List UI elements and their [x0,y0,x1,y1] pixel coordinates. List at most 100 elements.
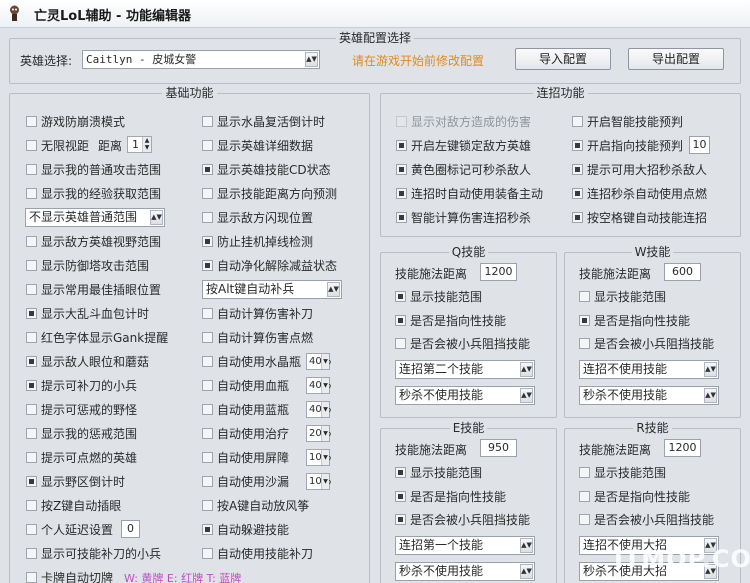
crystal-percent-select[interactable]: 40%▼ [306,353,331,370]
basic-option-16[interactable]: 个人延迟设置 [26,522,113,538]
view-distance-stepper[interactable]: 1 ▲ ▼ [127,136,152,153]
checkbox-label: 开启左键锁定敌方英雄 [411,139,532,153]
checkbox-label: 开启指向技能预判 [587,139,684,153]
barrier-percent-select[interactable]: 10%▼ [306,449,331,466]
checkbox-icon [202,212,213,223]
basic-option-3[interactable]: 显示我的经验获取范围 [26,186,161,202]
latency-input[interactable]: 0 [121,520,140,538]
e-skill-range-input[interactable]: 950 [480,439,517,457]
w-kill-select[interactable]: 秒杀不使用技能 ▲▼ [579,386,719,405]
basic-option-10[interactable]: 提示可补刀的小兵 [26,378,137,394]
basic-option-9[interactable]: 显示敌人眼位和蘑菇 [26,354,149,370]
checkbox-checked-icon [202,236,213,247]
e-show-range-checkbox[interactable]: 显示技能范围 [395,465,482,481]
combo-option-right-1[interactable]: 开启指向技能预判 [572,138,683,154]
basic-option-right-13[interactable]: 自动使用屏障 [202,450,289,466]
q-targeted-checkbox[interactable]: 是否是指向性技能 [395,313,506,329]
combo-option-right-4[interactable]: 按空格键自动技能连招 [572,210,707,226]
attack-range-select[interactable]: 不显示英雄普通范围 ▲▼ [25,208,165,227]
checkbox-label: 显示对敌方造成的伤害 [411,115,532,129]
checkbox-checked-icon [396,140,407,151]
basic-option-11[interactable]: 提示可惩戒的野怪 [26,402,137,418]
combo-option-right-0[interactable]: 开启智能技能预判 [572,114,683,130]
basic-option-14[interactable]: 显示野区倒计时 [26,474,125,490]
e-blocked-checkbox[interactable]: 是否会被小兵阻挡技能 [395,512,530,528]
e-kill-select[interactable]: 秒杀不使用技能 ▲▼ [395,562,535,581]
basic-option-right-4[interactable]: 显示敌方闪现位置 [202,210,313,226]
basic-option-right-17[interactable]: 自动使用技能补刀 [202,546,313,562]
e-targeted-checkbox[interactable]: 是否是指向性技能 [395,489,506,505]
basic-option-right-6[interactable]: 自动净化解除减益状态 [202,258,337,274]
basic-option-right-8[interactable]: 自动计算伤害点燃 [202,330,313,346]
basic-option-right-11[interactable]: 自动使用蓝瓶 [202,402,289,418]
basic-option-2[interactable]: 显示我的普通攻击范围 [26,162,161,178]
checkbox-label: 显示水晶复活倒计时 [217,115,326,129]
basic-option-right-14[interactable]: 自动使用沙漏 [202,474,289,490]
q-blocked-checkbox[interactable]: 是否会被小兵阻挡技能 [395,336,530,352]
basic-option-1[interactable]: 无限视距 [26,138,89,154]
w-show-range-checkbox[interactable]: 显示技能范围 [579,289,666,305]
mana-percent-select[interactable]: 40%▼ [306,401,331,418]
close-button[interactable] [726,4,744,20]
basic-option-right-1[interactable]: 显示英雄详细数据 [202,138,313,154]
hp-percent-select[interactable]: 40%▼ [306,377,331,394]
import-config-button[interactable]: 导入配置 [515,48,611,70]
chevron-down-icon: ▲▼ [520,362,533,377]
basic-option-7[interactable]: 显示大乱斗血包计时 [26,306,149,322]
combo-option-right-3[interactable]: 连招秒杀自动使用点燃 [572,186,707,202]
auto-farm-select[interactable]: 按Alt键自动补兵 ▲▼ [202,280,342,299]
basic-option-right-10[interactable]: 自动使用血瓶 [202,378,289,394]
basic-option-right-2[interactable]: 显示英雄技能CD状态 [202,162,331,178]
basic-option-18[interactable]: 卡牌自动切牌 [26,570,113,583]
basic-option-12[interactable]: 显示我的惩戒范围 [26,426,137,442]
checkbox-label: 按空格键自动技能连招 [587,211,708,225]
e-combo-select[interactable]: 连招第一个技能 ▲▼ [395,536,535,555]
checkbox-label: 显示敌方闪现位置 [217,211,314,225]
hourglass-percent-select[interactable]: 10%▼ [306,473,331,490]
basic-option-right-12[interactable]: 自动使用治疗 [202,426,289,442]
combo-option-1[interactable]: 开启左键锁定敌方英雄 [396,138,531,154]
w-blocked-checkbox[interactable]: 是否会被小兵阻挡技能 [579,336,714,352]
basic-option-6[interactable]: 显示常用最佳插眼位置 [26,282,161,298]
basic-option-0[interactable]: 游戏防崩溃模式 [26,114,125,130]
basic-option-right-16[interactable]: 自动躲避技能 [202,522,289,538]
basic-option-5[interactable]: 显示防御塔攻击范围 [26,258,149,274]
r-blocked-checkbox[interactable]: 是否会被小兵阻挡技能 [579,512,714,528]
basic-option-right-0[interactable]: 显示水晶复活倒计时 [202,114,325,130]
basic-option-right-5[interactable]: 防止挂机掉线检测 [202,234,313,250]
r-show-range-checkbox[interactable]: 显示技能范围 [579,465,666,481]
q-show-range-checkbox[interactable]: 显示技能范围 [395,289,482,305]
combo-option-2[interactable]: 黄色圈标记可秒杀敌人 [396,162,531,178]
w-skill-range-input[interactable]: 600 [664,263,701,281]
combo-option-3[interactable]: 连招时自动使用装备主动 [396,186,543,202]
chevron-down-icon: ▲▼ [520,538,533,553]
minimize-button[interactable] [702,4,720,20]
combo-option-4[interactable]: 智能计算伤害连招秒杀 [396,210,531,226]
basic-option-4[interactable]: 显示敌方英雄视野范围 [26,234,161,250]
w-combo-select[interactable]: 连招不使用技能 ▲▼ [579,360,719,379]
predict-value-input[interactable]: 10 [689,136,710,154]
checkbox-label: 是否会被小兵阻挡技能 [594,513,715,527]
basic-option-13[interactable]: 提示可点燃的英雄 [26,450,137,466]
basic-option-15[interactable]: 按Z键自动插眼 [26,498,121,514]
hero-select[interactable]: Caitlyn - 皮城女警 ▲▼ [82,50,320,69]
basic-option-right-15[interactable]: 按A键自动放风筝 [202,498,309,514]
w-targeted-checkbox[interactable]: 是否是指向性技能 [579,313,690,329]
basic-option-right-9[interactable]: 自动使用水晶瓶 [202,354,301,370]
q-skill-range-input[interactable]: 1200 [480,263,517,281]
r-skill-range-input[interactable]: 1200 [664,439,701,457]
heal-percent-select[interactable]: 20%▼ [306,425,331,442]
export-config-button[interactable]: 导出配置 [628,48,724,70]
checkbox-label: 显示敌方英雄视野范围 [41,235,162,249]
q-combo-select[interactable]: 连招第二个技能 ▲▼ [395,360,535,379]
combo-option-right-2[interactable]: 提示可用大招秒杀敌人 [572,162,707,178]
combo-option-0[interactable]: 显示对敌方造成的伤害 [396,114,531,130]
checkbox-label: 是否会被小兵阻挡技能 [410,337,531,351]
r-targeted-checkbox[interactable]: 是否是指向性技能 [579,489,690,505]
checkbox-checked-icon [572,188,583,199]
basic-option-17[interactable]: 显示可技能补刀的小兵 [26,546,161,562]
basic-option-8[interactable]: 红色字体显示Gank提醒 [26,330,168,346]
basic-option-right-3[interactable]: 显示技能距离方向预测 [202,186,337,202]
q-kill-select[interactable]: 秒杀不使用技能 ▲▼ [395,386,535,405]
basic-option-right-7[interactable]: 自动计算伤害补刀 [202,306,313,322]
